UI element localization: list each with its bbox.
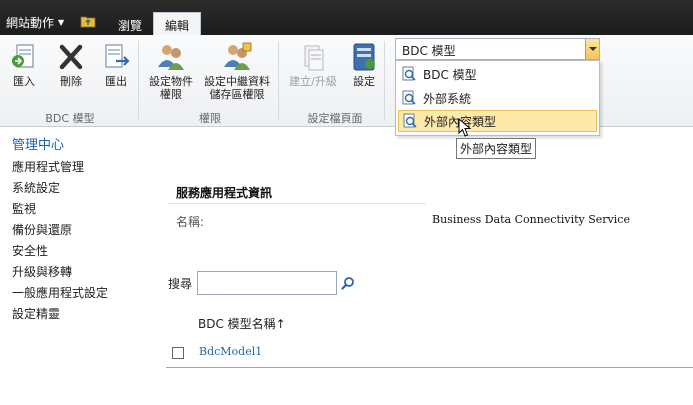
search-label: 搜尋 xyxy=(168,277,193,291)
users-icon xyxy=(158,45,184,70)
menu-item-external-content-types[interactable]: 外部內容類型 xyxy=(398,110,597,132)
nav-item-general-app-settings[interactable]: 一般應用程式設定 xyxy=(12,283,108,304)
view-dropdown-menu: BDC 模型 外部系統 外部內容類型 xyxy=(395,60,600,136)
create-upgrade-button[interactable]: 建立/升級 xyxy=(285,41,341,88)
search-input[interactable] xyxy=(197,271,337,295)
set-object-permissions-line2: 權限 xyxy=(160,88,182,101)
import-icon xyxy=(12,44,34,68)
export-icon xyxy=(105,44,130,68)
users-settings-icon xyxy=(224,42,252,70)
divider xyxy=(384,41,385,121)
delete-label: 刪除 xyxy=(60,75,82,88)
nav-item-backup-restore[interactable]: 備份與還原 xyxy=(12,220,108,241)
top-bar: 網站動作 ▼ 瀏覽 編輯 xyxy=(0,0,693,36)
view-dropdown-value: BDC 模型 xyxy=(402,44,456,58)
search-icon[interactable] xyxy=(341,276,355,290)
set-object-permissions-line1: 設定物件 xyxy=(149,75,193,88)
nav-item-configuration-wizards[interactable]: 設定精靈 xyxy=(12,304,108,325)
menu-item-label: BDC 模型 xyxy=(423,67,477,82)
set-metadata-store-permissions-button[interactable]: 設定中繼資料 儲存區權限 xyxy=(200,41,274,101)
group-label-bdc: BDC 模型 xyxy=(45,112,95,125)
section-title: 服務應用程式資訊 xyxy=(176,186,273,200)
bdc-model-link[interactable]: BdcModel1 xyxy=(199,345,262,358)
create-upgrade-label: 建立/升級 xyxy=(289,75,337,88)
site-actions-label: 網站動作 xyxy=(6,16,55,30)
name-label: 名稱: xyxy=(176,215,205,229)
menu-item-bdc-model[interactable]: BDC 模型 xyxy=(398,63,597,85)
nav-item-system-settings[interactable]: 系統設定 xyxy=(12,178,108,199)
create-page-icon xyxy=(304,45,324,71)
import-label: 匯入 xyxy=(13,75,35,88)
site-actions-menu[interactable]: 網站動作 ▼ xyxy=(6,14,64,31)
tab-browse[interactable]: 瀏覽 xyxy=(108,14,152,35)
delete-button[interactable]: 刪除 xyxy=(55,41,87,88)
settings-label: 設定 xyxy=(353,75,375,88)
magnifier-page-icon xyxy=(402,66,416,81)
set-metadata-permissions-line1: 設定中繼資料 xyxy=(204,75,270,88)
nav-heading-central-admin[interactable]: 管理中心 xyxy=(12,134,108,153)
group-label-profile-pages: 設定檔頁面 xyxy=(307,112,363,125)
set-metadata-permissions-line2: 儲存區權限 xyxy=(209,88,265,101)
name-value: Business Data Connectivity Service xyxy=(432,213,630,226)
settings-page-icon xyxy=(353,43,375,71)
column-header-bdc-model-name[interactable]: BDC 模型名稱↑ xyxy=(198,315,286,332)
divider xyxy=(168,203,426,204)
menu-item-label: 外部系統 xyxy=(423,91,472,106)
menu-item-external-systems[interactable]: 外部系統 xyxy=(398,87,597,109)
export-button[interactable]: 匯出 xyxy=(100,41,132,88)
nav-item-monitoring[interactable]: 監視 xyxy=(12,199,108,220)
set-object-permissions-button[interactable]: 設定物件 權限 xyxy=(145,41,197,101)
nav-item-security[interactable]: 安全性 xyxy=(12,241,108,262)
mouse-cursor-icon xyxy=(458,118,472,137)
import-button[interactable]: 匯入 xyxy=(8,41,40,88)
table-header: BDC 模型名稱↑ xyxy=(166,307,693,335)
magnifier-page-icon xyxy=(403,113,417,128)
delete-icon xyxy=(59,44,83,70)
export-label: 匯出 xyxy=(105,75,127,88)
settings-button[interactable]: 設定 xyxy=(350,41,378,88)
navigate-up-icon[interactable] xyxy=(80,14,96,28)
chevron-down-icon[interactable] xyxy=(585,39,599,59)
divider xyxy=(138,41,139,121)
table-row: BdcModel1 xyxy=(166,338,693,368)
tooltip: 外部內容類型 xyxy=(456,138,537,159)
row-checkbox[interactable] xyxy=(172,347,184,359)
divider xyxy=(278,41,279,121)
chevron-down-icon: ▼ xyxy=(58,18,65,27)
tab-edit[interactable]: 編輯 xyxy=(153,12,202,36)
nav-item-upgrade-migration[interactable]: 升級與移轉 xyxy=(12,262,108,283)
magnifier-page-icon xyxy=(402,90,416,105)
nav-item-application-management[interactable]: 應用程式管理 xyxy=(12,157,108,178)
left-navigation: 管理中心 應用程式管理 系統設定 監視 備份與還原 安全性 升級與移轉 一般應用… xyxy=(12,134,108,325)
view-dropdown[interactable]: BDC 模型 xyxy=(395,38,600,60)
group-label-permissions: 權限 xyxy=(199,112,221,125)
